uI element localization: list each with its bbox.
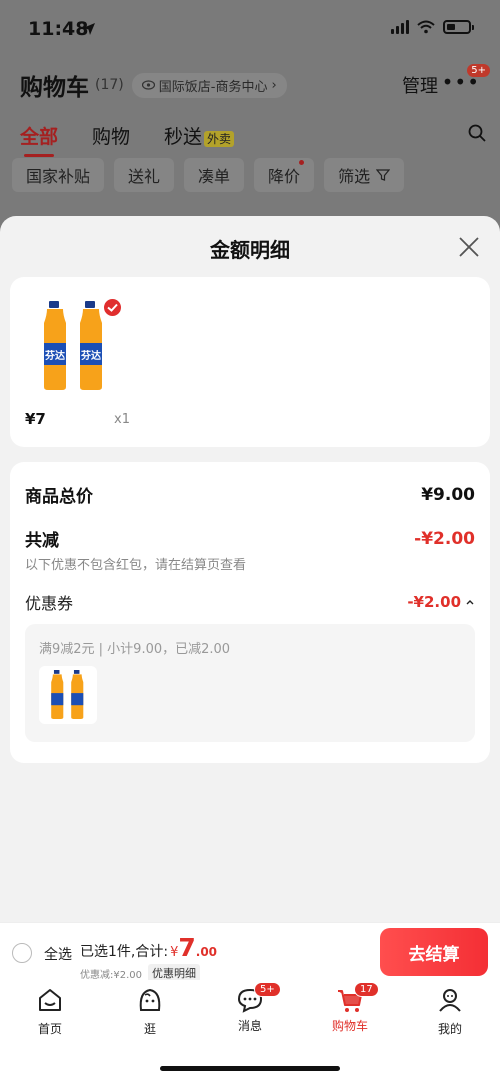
product-price: ¥7 [25, 410, 46, 428]
home-icon [39, 989, 61, 1011]
discount-note: 以下优惠不包含红包，请在结算页查看 [25, 558, 247, 573]
chevron-right-icon: › [271, 77, 277, 93]
cart-header: 购物车 (17) 国际饭店-商务中心 › 管理 ••• 5+ [20, 64, 490, 101]
coupon-detail-text: 满9减2元 | 小计9.00，已减2.00 [39, 642, 231, 657]
tab-cart[interactable]: 17 购物车 [310, 982, 390, 1034]
selected-total: 已选1件,合计: ¥ 7 .00 [80, 935, 217, 961]
tab-all[interactable]: 全部 [20, 122, 58, 157]
select-all-radio[interactable] [12, 943, 32, 963]
total-integer: 7 [178, 933, 196, 962]
eye-icon [141, 80, 155, 90]
tab-messages-label: 消息 [237, 1019, 262, 1033]
product-card: 芬达 芬达 ¥7 x1 [10, 277, 490, 447]
search-icon[interactable] [468, 124, 486, 142]
close-icon[interactable] [458, 236, 480, 258]
coupon-row[interactable]: 优惠券 -¥2.00 [25, 590, 475, 614]
selected-check-icon [102, 297, 123, 318]
category-tabs: 全部 购物 秒送 外卖 [20, 120, 490, 157]
total-value: ¥9.00 [421, 484, 475, 505]
page-title: 购物车 [20, 75, 89, 101]
product-quantity: x1 [114, 412, 130, 427]
home-indicator [160, 1066, 340, 1071]
checkout-button[interactable]: 去结算 [380, 928, 488, 976]
total-decimal: .00 [195, 945, 218, 959]
filter-screen[interactable]: 筛选 [324, 158, 405, 192]
filter-price-drop[interactable]: 降价 [254, 158, 315, 192]
tab-miaosong[interactable]: 秒送 外卖 [164, 122, 235, 149]
address-text: 国际饭店-商务中心 [158, 79, 268, 95]
status-indicators [391, 20, 474, 34]
coupon-label: 优惠券 [25, 594, 74, 613]
discount-label: 共减 [25, 531, 59, 551]
tab-messages[interactable]: 5+ 消息 [210, 982, 290, 1034]
status-time: 11:48 [28, 18, 89, 40]
cart-badge: 17 [354, 982, 379, 997]
sheet-title: 金额明细 [210, 238, 290, 262]
battery-icon [443, 20, 471, 34]
bottom-tab-bar: 首页 逛 5+ 消息 17 购物车 我的 [0, 980, 500, 1082]
manage-button[interactable]: 管理 [402, 72, 438, 98]
stroll-icon [139, 988, 161, 1011]
wifi-icon [417, 20, 435, 34]
background-page: 11:48 购物车 (17) 国际饭店-商务中心 › 管理 ••• 5+ 全部 … [0, 0, 500, 230]
discount-value: -¥2.00 [414, 528, 475, 549]
more-badge: 5+ [467, 64, 490, 77]
red-dot [299, 160, 305, 165]
cart-count: (17) [95, 77, 124, 93]
chevron-up-icon [466, 600, 474, 605]
svg-text:芬达: 芬达 [44, 349, 65, 362]
tab-profile-label: 我的 [437, 1022, 462, 1036]
tab-home-label: 首页 [37, 1022, 62, 1036]
message-badge: 5+ [254, 982, 281, 997]
signal-icon [391, 20, 409, 34]
selected-text: 已选1件,合计: [80, 944, 169, 960]
tab-profile[interactable]: 我的 [410, 986, 490, 1037]
waimai-tag: 外卖 [204, 130, 235, 147]
total-label: 商品总价 [25, 487, 93, 507]
filter-gift[interactable]: 送礼 [114, 158, 175, 192]
tab-cart-label: 购物车 [331, 1019, 368, 1033]
currency-symbol: ¥ [170, 945, 179, 960]
location-arrow-icon [83, 23, 95, 35]
filter-screen-label: 筛选 [338, 167, 371, 186]
coupon-detail-box: 满9减2元 | 小计9.00，已减2.00 [25, 624, 475, 742]
address-selector[interactable]: 国际饭店-商务中心 › [131, 72, 287, 98]
svg-text:芬达: 芬达 [80, 349, 101, 362]
select-all-label[interactable]: 全选 [44, 944, 72, 964]
profile-icon [439, 989, 461, 1012]
price-detail-card: 商品总价 ¥9.00 共减 -¥2.00 以下优惠不包含红包，请在结算页查看 优… [10, 462, 490, 763]
tab-stroll[interactable]: 逛 [110, 986, 190, 1037]
filter-chips: 国家补贴 送礼 凑单 降价 筛选 [12, 158, 405, 192]
funnel-icon [376, 169, 391, 181]
discount-summary-text: 优惠减:¥2.00 [80, 969, 142, 981]
tab-home[interactable]: 首页 [10, 986, 90, 1037]
coupon-product-thumbnail [39, 666, 97, 724]
tab-shopping[interactable]: 购物 [92, 122, 130, 149]
tab-miaosong-label: 秒送 [164, 125, 203, 148]
status-bar: 11:48 [0, 0, 500, 58]
coupon-value: -¥2.00 [407, 593, 461, 611]
checkout-bar: 全选 已选1件,合计: ¥ 7 .00 优惠减:¥2.00 优惠明细 去结算 [0, 922, 500, 982]
filter-national-subsidy[interactable]: 国家补贴 [12, 158, 105, 192]
tab-stroll-label: 逛 [143, 1022, 156, 1036]
filter-combine[interactable]: 凑单 [184, 158, 245, 192]
filter-price-drop-label: 降价 [268, 167, 301, 186]
